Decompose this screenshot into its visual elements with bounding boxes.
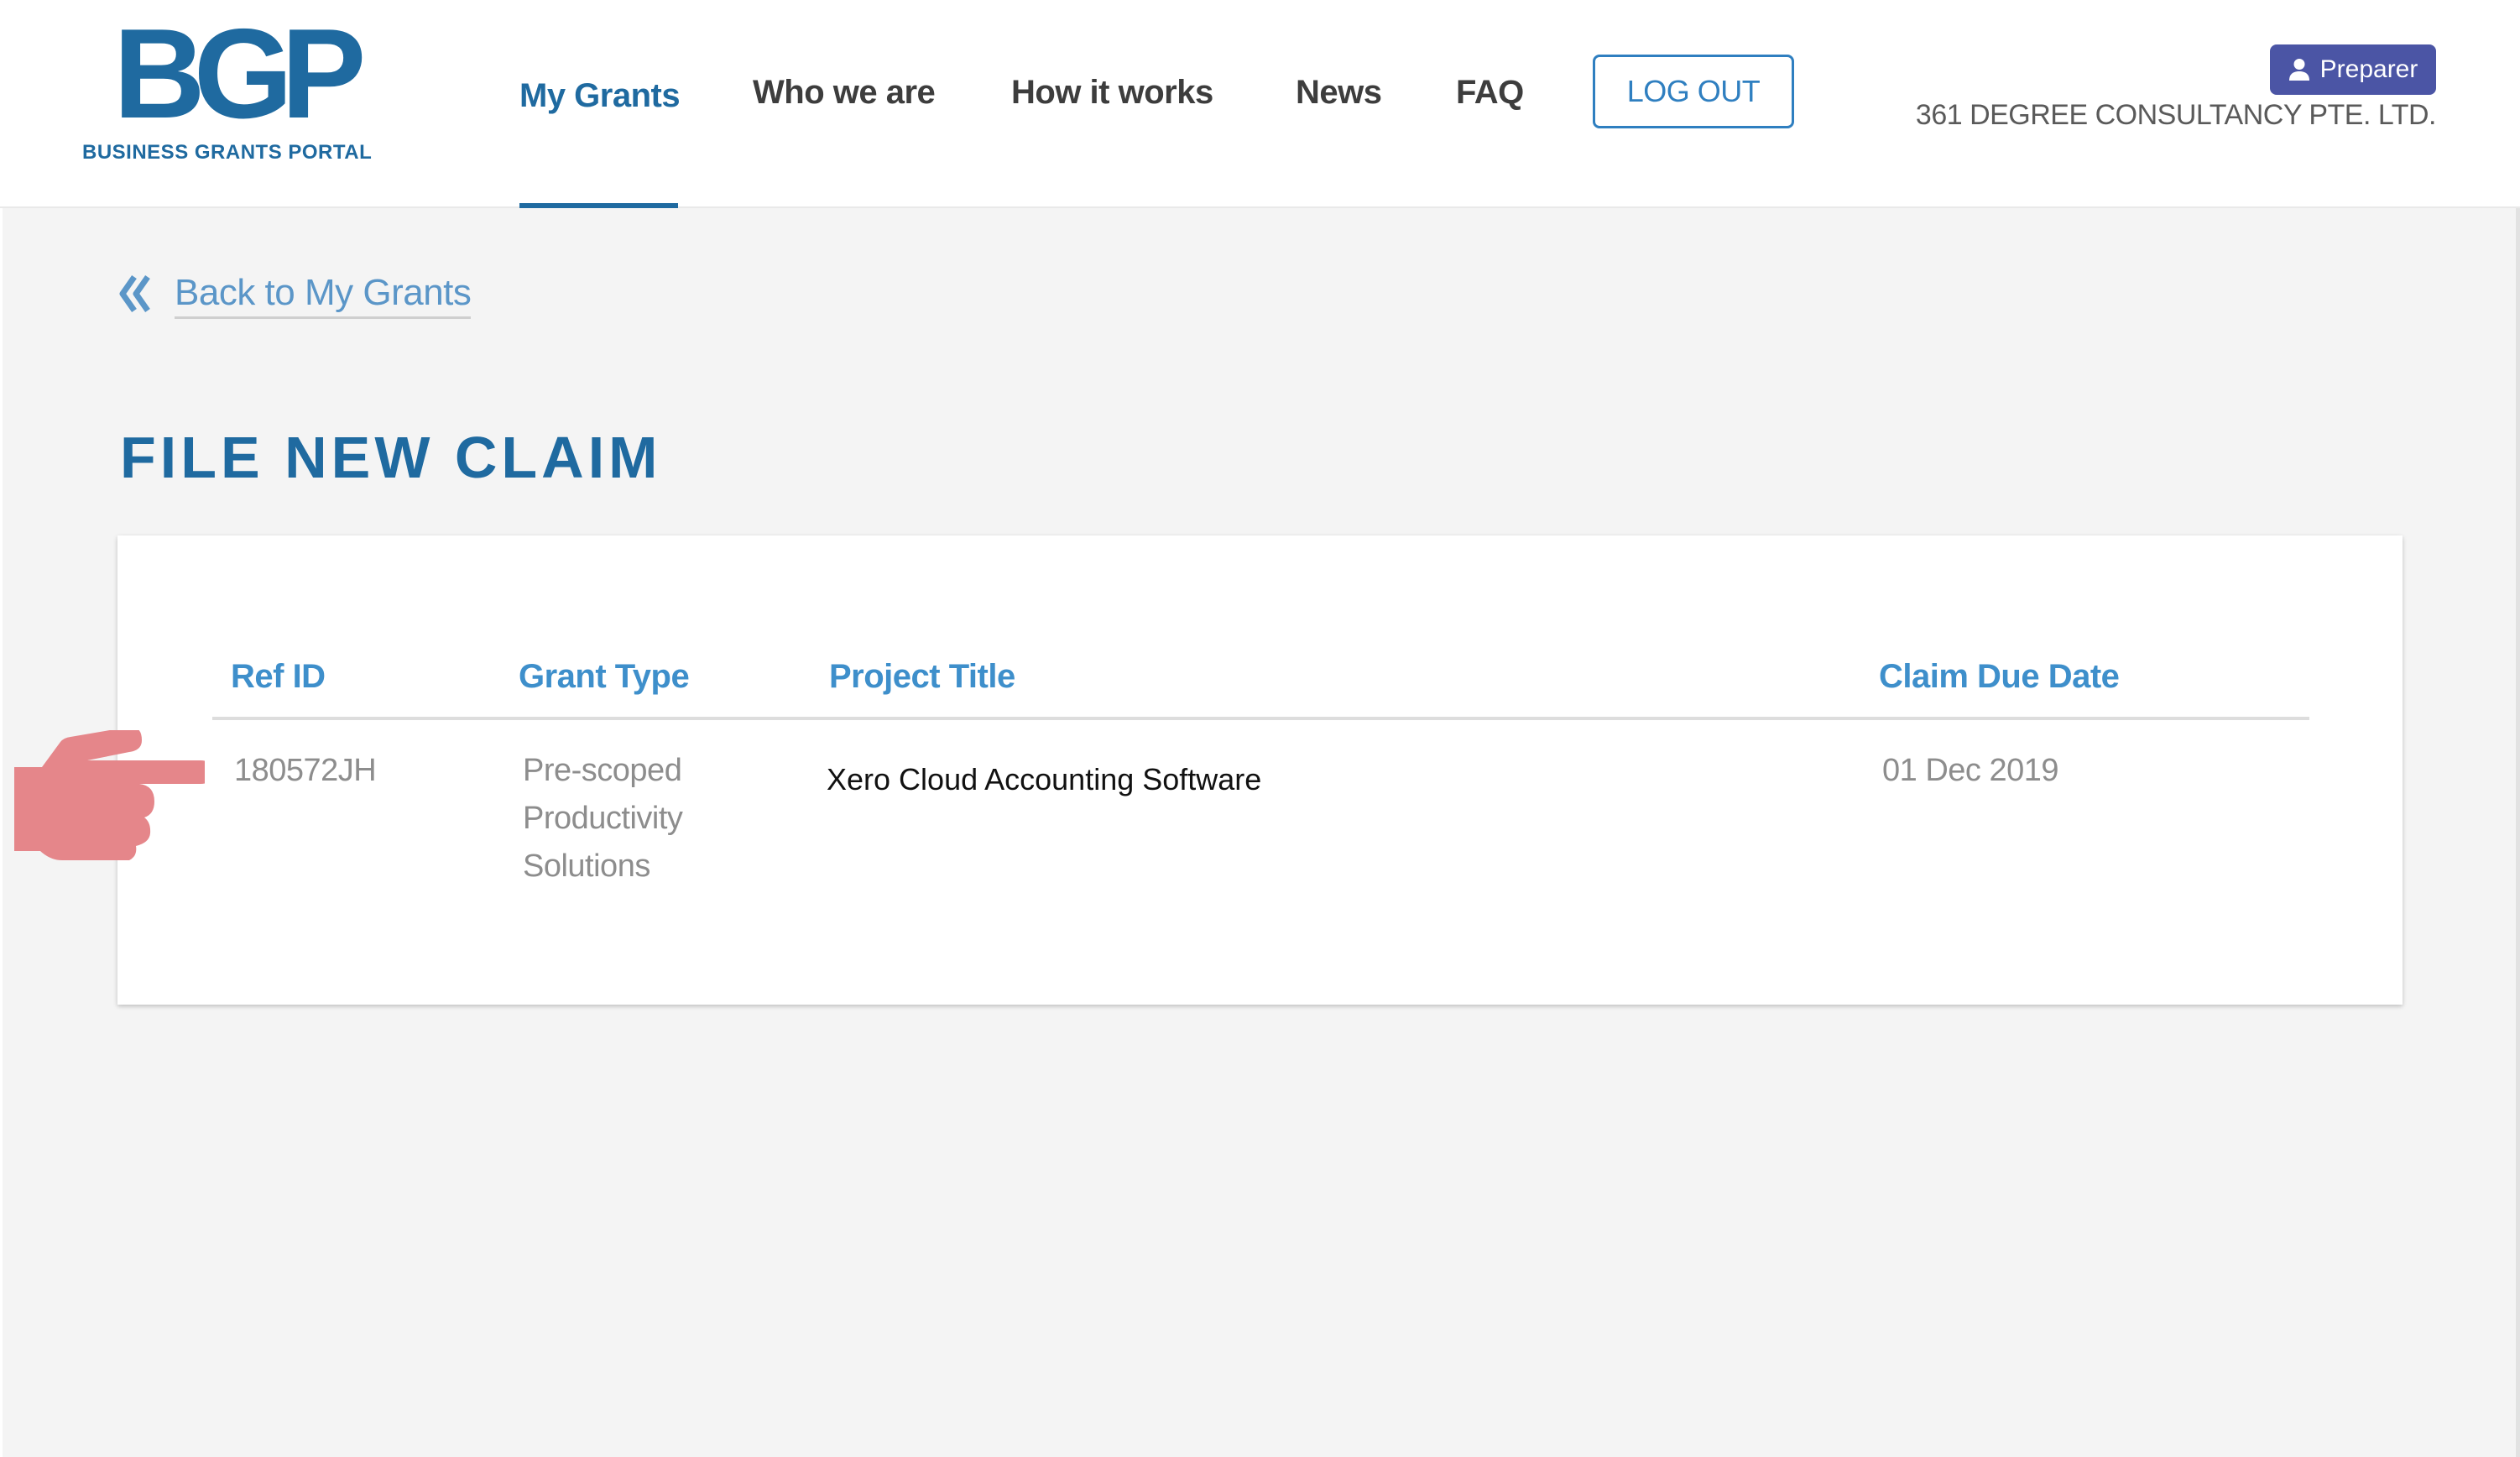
- nav-my-grants[interactable]: My Grants: [519, 72, 681, 119]
- logout-button[interactable]: LOG OUT: [1593, 55, 1794, 128]
- column-header-ref-id: Ref ID: [231, 658, 326, 695]
- nav-news[interactable]: News: [1296, 69, 1382, 116]
- cell-claim-due-date: 01 Dec 2019: [1882, 753, 2059, 788]
- cell-grant-type: Pre-scoped Productivity Solutions: [523, 747, 683, 890]
- back-link-label: Back to My Grants: [175, 269, 472, 319]
- window-left-edge: [0, 0, 3, 1457]
- nav-active-indicator: [519, 203, 678, 208]
- role-badge[interactable]: Preparer: [2270, 44, 2436, 95]
- role-label: Preparer: [2319, 55, 2418, 83]
- nav-faq[interactable]: FAQ: [1456, 69, 1524, 116]
- column-header-grant-type: Grant Type: [519, 658, 690, 695]
- logo-mark: BGP: [113, 3, 366, 145]
- double-chevron-left-icon: [119, 274, 150, 313]
- grant-type-line: Solutions: [523, 849, 650, 884]
- top-navigation-bar: BGP BUSINESS GRANTS PORTAL My Grants Who…: [0, 0, 2520, 208]
- table-header-divider: [212, 717, 2309, 720]
- window-right-edge: [2516, 0, 2520, 1457]
- cell-project-title[interactable]: Xero Cloud Accounting Software: [827, 755, 1261, 803]
- grant-type-line: Pre-scoped: [523, 753, 682, 788]
- nav-who-we-are[interactable]: Who we are: [753, 69, 936, 116]
- logo-subtitle: BUSINESS GRANTS PORTAL: [82, 141, 373, 164]
- grant-type-line: Productivity: [523, 801, 683, 836]
- back-to-my-grants-link[interactable]: Back to My Grants: [117, 267, 472, 321]
- bgp-logo[interactable]: BGP BUSINESS GRANTS PORTAL: [80, 10, 382, 166]
- nav-how-it-works[interactable]: How it works: [1011, 69, 1213, 116]
- user-icon: [2288, 59, 2309, 81]
- claims-table-card: Ref ID Grant Type Project Title Claim Du…: [117, 535, 2403, 1005]
- company-name: 361 DEGREE CONSULTANCY PTE. LTD.: [1915, 99, 2437, 131]
- column-header-claim-due-date: Claim Due Date: [1879, 658, 2120, 695]
- pointing-hand-icon: [14, 730, 205, 860]
- page-title: FILE NEW CLAIM: [120, 425, 662, 490]
- cell-ref-id[interactable]: 180572JH: [234, 747, 377, 795]
- column-header-project-title: Project Title: [829, 658, 1015, 695]
